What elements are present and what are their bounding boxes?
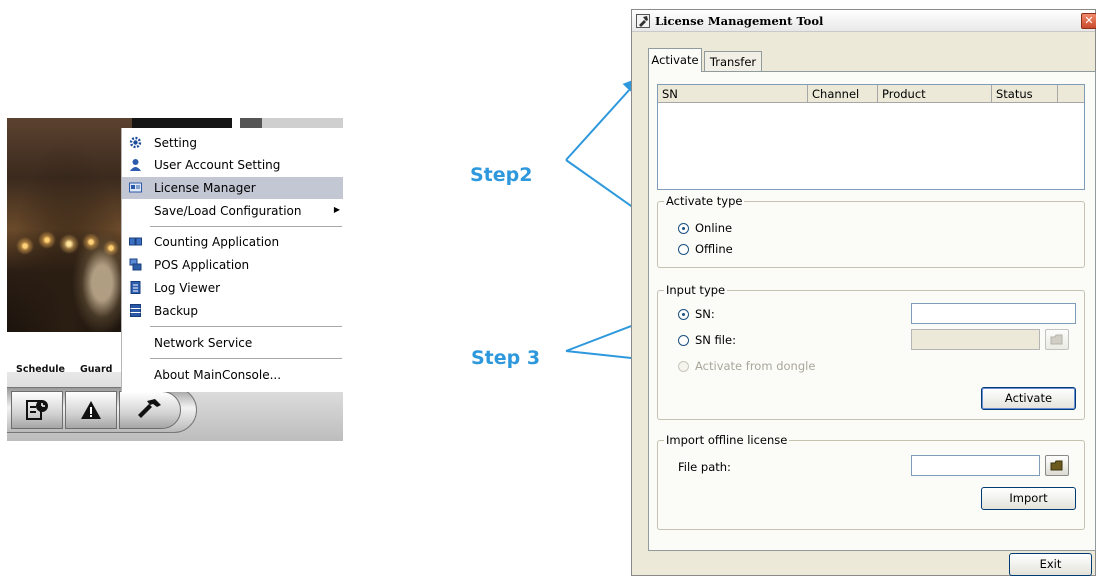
- group-title: Import offline license: [664, 433, 790, 447]
- menu-item-backup[interactable]: Backup: [122, 300, 343, 322]
- menu-item-network-service[interactable]: Network Service: [122, 332, 343, 354]
- window-title: License Management Tool: [655, 14, 824, 28]
- backup-icon: [130, 304, 141, 317]
- schedule-button[interactable]: [11, 391, 63, 429]
- radio-label: Offline: [695, 242, 733, 256]
- column-header-status[interactable]: Status: [992, 85, 1058, 103]
- menu-item-log-viewer[interactable]: Log Viewer: [122, 277, 343, 299]
- menu-item-counting-application[interactable]: Counting Application: [122, 231, 343, 253]
- step2-arrow-to-tab: [565, 76, 642, 161]
- sn-file-radio[interactable]: SN file:: [678, 333, 736, 347]
- file-path-browse-button[interactable]: [1045, 455, 1069, 476]
- radio-label: SN file:: [695, 333, 736, 347]
- column-header-channel[interactable]: Channel: [808, 85, 878, 103]
- tab-activate[interactable]: Activate: [648, 48, 702, 72]
- sn-radio[interactable]: SN:: [678, 307, 715, 321]
- menu-item-user-account-setting[interactable]: User Account Setting: [122, 154, 343, 176]
- menu-item-label: Counting Application: [154, 235, 280, 249]
- radio-unselected-icon: [678, 360, 689, 372]
- license-management-window: License Management Tool ✕ Activate Trans…: [631, 9, 1096, 576]
- group-title: Activate type: [664, 194, 745, 208]
- activate-button[interactable]: Activate: [981, 387, 1076, 410]
- input-type-group: Input type SN: SN file: Activate from do…: [657, 283, 1085, 420]
- exit-button[interactable]: Exit: [1009, 553, 1092, 576]
- menu-item-label: POS Application: [154, 258, 250, 272]
- log-icon: [130, 281, 141, 294]
- menu-item-label: Network Service: [154, 336, 253, 350]
- menu-item-label: Log Viewer: [154, 281, 221, 295]
- menu-item-label: User Account Setting: [154, 158, 281, 172]
- warning-icon: [81, 401, 101, 419]
- radio-selected-icon: [678, 308, 689, 320]
- radio-label: Activate from dongle: [695, 359, 816, 373]
- pos-icon: [129, 258, 142, 271]
- schedule-label: Schedule: [16, 364, 65, 375]
- activate-type-group: Activate type Online Offline: [657, 194, 1085, 268]
- menu-item-about-mainconsole[interactable]: About MainConsole...: [122, 364, 343, 386]
- guard-label: Guard: [80, 364, 113, 375]
- activate-from-dongle-radio: Activate from dongle: [678, 359, 815, 373]
- hammer-icon: [138, 399, 161, 418]
- user-icon: [130, 159, 141, 171]
- menu-item-label: License Manager: [154, 181, 256, 195]
- menu-item-label: About MainConsole...: [154, 368, 282, 382]
- offline-radio[interactable]: Offline: [678, 242, 733, 256]
- radio-unselected-icon: [678, 243, 689, 255]
- license-list[interactable]: SN Channel Product Status: [657, 84, 1085, 190]
- folder-icon: [1050, 334, 1063, 345]
- menu-item-setting[interactable]: Setting: [122, 132, 343, 154]
- menu-item-license-manager[interactable]: License Manager: [122, 177, 343, 199]
- context-menu: Setting User Account Setting License Man…: [121, 128, 343, 392]
- step2-label: Step2: [470, 164, 533, 186]
- file-path-label: File path:: [678, 460, 731, 474]
- submenu-arrow-icon: ▶: [333, 205, 340, 214]
- menu-separator: [150, 326, 342, 327]
- close-button[interactable]: ✕: [1081, 13, 1096, 29]
- file-path-input[interactable]: [911, 455, 1040, 476]
- menu-item-save-load-configuration[interactable]: Save/Load Configuration ▶: [122, 200, 343, 222]
- sn-input[interactable]: [911, 303, 1076, 324]
- column-header-filler: [1058, 85, 1084, 103]
- step3-label: Step 3: [471, 347, 541, 369]
- import-button[interactable]: Import: [981, 487, 1076, 510]
- radio-unselected-icon: [678, 334, 689, 346]
- menu-item-label: Backup: [154, 304, 198, 318]
- camera-view: [7, 118, 132, 332]
- online-radio[interactable]: Online: [678, 221, 732, 235]
- radio-selected-icon: [678, 222, 689, 234]
- sn-file-browse-button: [1045, 329, 1069, 350]
- tools-button[interactable]: [119, 391, 181, 429]
- license-icon: [129, 182, 142, 193]
- counting-icon: [129, 237, 142, 246]
- tab-transfer[interactable]: Transfer: [704, 51, 762, 72]
- title-bar[interactable]: License Management Tool ✕: [632, 10, 1096, 32]
- import-offline-license-group: Import offline license File path: Import: [657, 433, 1085, 530]
- menu-separator: [150, 358, 342, 359]
- sn-file-input: [911, 329, 1040, 350]
- menu-separator: [150, 226, 342, 227]
- main-console: Schedule Guard Setting User Account Sett…: [7, 118, 343, 441]
- menu-item-label: Save/Load Configuration: [154, 204, 302, 218]
- guard-button[interactable]: [65, 391, 117, 429]
- app-icon: [636, 14, 650, 28]
- column-header-sn[interactable]: SN: [658, 85, 808, 103]
- radio-label: SN:: [695, 307, 715, 321]
- schedule-icon: [26, 400, 48, 420]
- column-header-product[interactable]: Product: [878, 85, 992, 103]
- folder-icon: [1050, 460, 1063, 471]
- camera-view-strip: [132, 118, 343, 128]
- menu-item-pos-application[interactable]: POS Application: [122, 254, 343, 276]
- group-title: Input type: [664, 283, 728, 297]
- menu-item-label: Setting: [154, 136, 197, 150]
- gear-icon: [129, 136, 142, 149]
- radio-label: Online: [695, 221, 733, 235]
- activate-tab-panel: SN Channel Product Status Activate type …: [648, 71, 1096, 551]
